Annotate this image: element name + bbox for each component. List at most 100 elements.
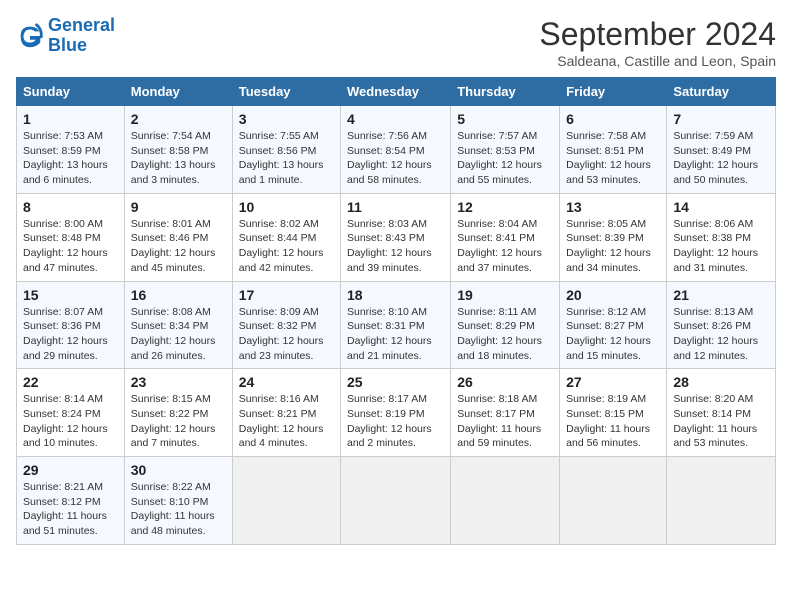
- day-cell: [667, 457, 776, 545]
- day-cell: 7 Sunrise: 7:59 AMSunset: 8:49 PMDaylight…: [667, 106, 776, 194]
- day-info: Sunrise: 8:16 AMSunset: 8:21 PMDaylight:…: [239, 392, 334, 451]
- day-number: 21: [673, 287, 769, 303]
- day-cell: [341, 457, 451, 545]
- day-cell: 21 Sunrise: 8:13 AMSunset: 8:26 PMDayligh…: [667, 281, 776, 369]
- day-number: 23: [131, 374, 226, 390]
- day-info: Sunrise: 8:12 AMSunset: 8:27 PMDaylight:…: [566, 305, 660, 364]
- page-header: General Blue September 2024 Saldeana, Ca…: [16, 16, 776, 69]
- location-subtitle: Saldeana, Castille and Leon, Spain: [539, 53, 776, 69]
- calendar-body: 1 Sunrise: 7:53 AMSunset: 8:59 PMDaylight…: [17, 106, 776, 545]
- day-cell: 14Sunrise: 8:06 AMSunset: 8:38 PMDayligh…: [667, 193, 776, 281]
- day-info: Sunrise: 8:09 AMSunset: 8:32 PMDaylight:…: [239, 305, 334, 364]
- day-cell: 29 Sunrise: 8:21 AMSunset: 8:12 PMDayligh…: [17, 457, 125, 545]
- day-number: 14: [673, 199, 769, 215]
- day-number: 25: [347, 374, 444, 390]
- week-row-3: 15 Sunrise: 8:07 AMSunset: 8:36 PMDayligh…: [17, 281, 776, 369]
- day-cell: 10 Sunrise: 8:02 AMSunset: 8:44 PMDayligh…: [232, 193, 340, 281]
- logo: General Blue: [16, 16, 115, 56]
- day-cell: 28Sunrise: 8:20 AMSunset: 8:14 PMDayligh…: [667, 369, 776, 457]
- day-number: 29: [23, 462, 118, 478]
- day-number: 27: [566, 374, 660, 390]
- day-cell: 27Sunrise: 8:19 AMSunset: 8:15 PMDayligh…: [560, 369, 667, 457]
- day-number: 24: [239, 374, 334, 390]
- day-number: 10: [239, 199, 334, 215]
- calendar-table: SundayMondayTuesdayWednesdayThursdayFrid…: [16, 77, 776, 545]
- day-cell: 24 Sunrise: 8:16 AMSunset: 8:21 PMDayligh…: [232, 369, 340, 457]
- day-number: 20: [566, 287, 660, 303]
- day-info: Sunrise: 8:05 AMSunset: 8:39 PMDaylight:…: [566, 217, 660, 276]
- day-info: Sunrise: 7:59 AMSunset: 8:49 PMDaylight:…: [673, 129, 769, 188]
- day-number: 15: [23, 287, 118, 303]
- week-row-2: 8 Sunrise: 8:00 AMSunset: 8:48 PMDaylight…: [17, 193, 776, 281]
- day-info: Sunrise: 7:57 AMSunset: 8:53 PMDaylight:…: [457, 129, 553, 188]
- week-row-1: 1 Sunrise: 7:53 AMSunset: 8:59 PMDaylight…: [17, 106, 776, 194]
- day-cell: 16Sunrise: 8:08 AMSunset: 8:34 PMDayligh…: [124, 281, 232, 369]
- day-cell: 18Sunrise: 8:10 AMSunset: 8:31 PMDayligh…: [341, 281, 451, 369]
- day-cell: [232, 457, 340, 545]
- header-cell-wednesday: Wednesday: [341, 78, 451, 106]
- title-block: September 2024 Saldeana, Castille and Le…: [539, 16, 776, 69]
- day-number: 8: [23, 199, 118, 215]
- day-number: 13: [566, 199, 660, 215]
- day-number: 19: [457, 287, 553, 303]
- day-cell: 30Sunrise: 8:22 AMSunset: 8:10 PMDayligh…: [124, 457, 232, 545]
- day-info: Sunrise: 8:07 AMSunset: 8:36 PMDaylight:…: [23, 305, 118, 364]
- day-info: Sunrise: 8:02 AMSunset: 8:44 PMDaylight:…: [239, 217, 334, 276]
- day-number: 3: [239, 111, 334, 127]
- day-info: Sunrise: 8:04 AMSunset: 8:41 PMDaylight:…: [457, 217, 553, 276]
- day-info: Sunrise: 8:18 AMSunset: 8:17 PMDaylight:…: [457, 392, 553, 451]
- day-cell: 25 Sunrise: 8:17 AMSunset: 8:19 PMDayligh…: [341, 369, 451, 457]
- day-info: Sunrise: 8:21 AMSunset: 8:12 PMDaylight:…: [23, 480, 118, 539]
- week-row-5: 29 Sunrise: 8:21 AMSunset: 8:12 PMDayligh…: [17, 457, 776, 545]
- header-cell-saturday: Saturday: [667, 78, 776, 106]
- day-info: Sunrise: 8:20 AMSunset: 8:14 PMDaylight:…: [673, 392, 769, 451]
- month-title: September 2024: [539, 16, 776, 53]
- day-info: Sunrise: 8:03 AMSunset: 8:43 PMDaylight:…: [347, 217, 444, 276]
- header-cell-monday: Monday: [124, 78, 232, 106]
- header-cell-friday: Friday: [560, 78, 667, 106]
- day-cell: 4 Sunrise: 7:56 AMSunset: 8:54 PMDaylight…: [341, 106, 451, 194]
- day-number: 2: [131, 111, 226, 127]
- header-cell-tuesday: Tuesday: [232, 78, 340, 106]
- day-info: Sunrise: 8:11 AMSunset: 8:29 PMDaylight:…: [457, 305, 553, 364]
- day-info: Sunrise: 7:54 AMSunset: 8:58 PMDaylight:…: [131, 129, 226, 188]
- day-cell: 5 Sunrise: 7:57 AMSunset: 8:53 PMDaylight…: [451, 106, 560, 194]
- day-info: Sunrise: 8:14 AMSunset: 8:24 PMDaylight:…: [23, 392, 118, 451]
- day-info: Sunrise: 7:53 AMSunset: 8:59 PMDaylight:…: [23, 129, 118, 188]
- day-number: 7: [673, 111, 769, 127]
- day-cell: 1 Sunrise: 7:53 AMSunset: 8:59 PMDaylight…: [17, 106, 125, 194]
- day-cell: [451, 457, 560, 545]
- day-number: 12: [457, 199, 553, 215]
- day-number: 4: [347, 111, 444, 127]
- day-info: Sunrise: 8:08 AMSunset: 8:34 PMDaylight:…: [131, 305, 226, 364]
- day-cell: 6Sunrise: 7:58 AMSunset: 8:51 PMDaylight…: [560, 106, 667, 194]
- header-row: SundayMondayTuesdayWednesdayThursdayFrid…: [17, 78, 776, 106]
- day-number: 5: [457, 111, 553, 127]
- day-number: 22: [23, 374, 118, 390]
- day-cell: 8 Sunrise: 8:00 AMSunset: 8:48 PMDaylight…: [17, 193, 125, 281]
- day-number: 1: [23, 111, 118, 127]
- day-cell: 11 Sunrise: 8:03 AMSunset: 8:43 PMDayligh…: [341, 193, 451, 281]
- day-cell: 9Sunrise: 8:01 AMSunset: 8:46 PMDaylight…: [124, 193, 232, 281]
- day-cell: 20 Sunrise: 8:12 AMSunset: 8:27 PMDayligh…: [560, 281, 667, 369]
- calendar-header: SundayMondayTuesdayWednesdayThursdayFrid…: [17, 78, 776, 106]
- day-number: 11: [347, 199, 444, 215]
- day-info: Sunrise: 8:15 AMSunset: 8:22 PMDaylight:…: [131, 392, 226, 451]
- day-info: Sunrise: 8:00 AMSunset: 8:48 PMDaylight:…: [23, 217, 118, 276]
- day-cell: 2 Sunrise: 7:54 AMSunset: 8:58 PMDaylight…: [124, 106, 232, 194]
- day-cell: 19 Sunrise: 8:11 AMSunset: 8:29 PMDayligh…: [451, 281, 560, 369]
- day-cell: 17 Sunrise: 8:09 AMSunset: 8:32 PMDayligh…: [232, 281, 340, 369]
- day-number: 17: [239, 287, 334, 303]
- day-cell: 12 Sunrise: 8:04 AMSunset: 8:41 PMDayligh…: [451, 193, 560, 281]
- day-info: Sunrise: 7:55 AMSunset: 8:56 PMDaylight:…: [239, 129, 334, 188]
- day-number: 6: [566, 111, 660, 127]
- day-cell: 13 Sunrise: 8:05 AMSunset: 8:39 PMDayligh…: [560, 193, 667, 281]
- day-cell: 23 Sunrise: 8:15 AMSunset: 8:22 PMDayligh…: [124, 369, 232, 457]
- day-info: Sunrise: 7:56 AMSunset: 8:54 PMDaylight:…: [347, 129, 444, 188]
- day-cell: 26Sunrise: 8:18 AMSunset: 8:17 PMDayligh…: [451, 369, 560, 457]
- day-info: Sunrise: 8:13 AMSunset: 8:26 PMDaylight:…: [673, 305, 769, 364]
- header-cell-thursday: Thursday: [451, 78, 560, 106]
- day-cell: 22 Sunrise: 8:14 AMSunset: 8:24 PMDayligh…: [17, 369, 125, 457]
- day-number: 30: [131, 462, 226, 478]
- day-info: Sunrise: 8:17 AMSunset: 8:19 PMDaylight:…: [347, 392, 444, 451]
